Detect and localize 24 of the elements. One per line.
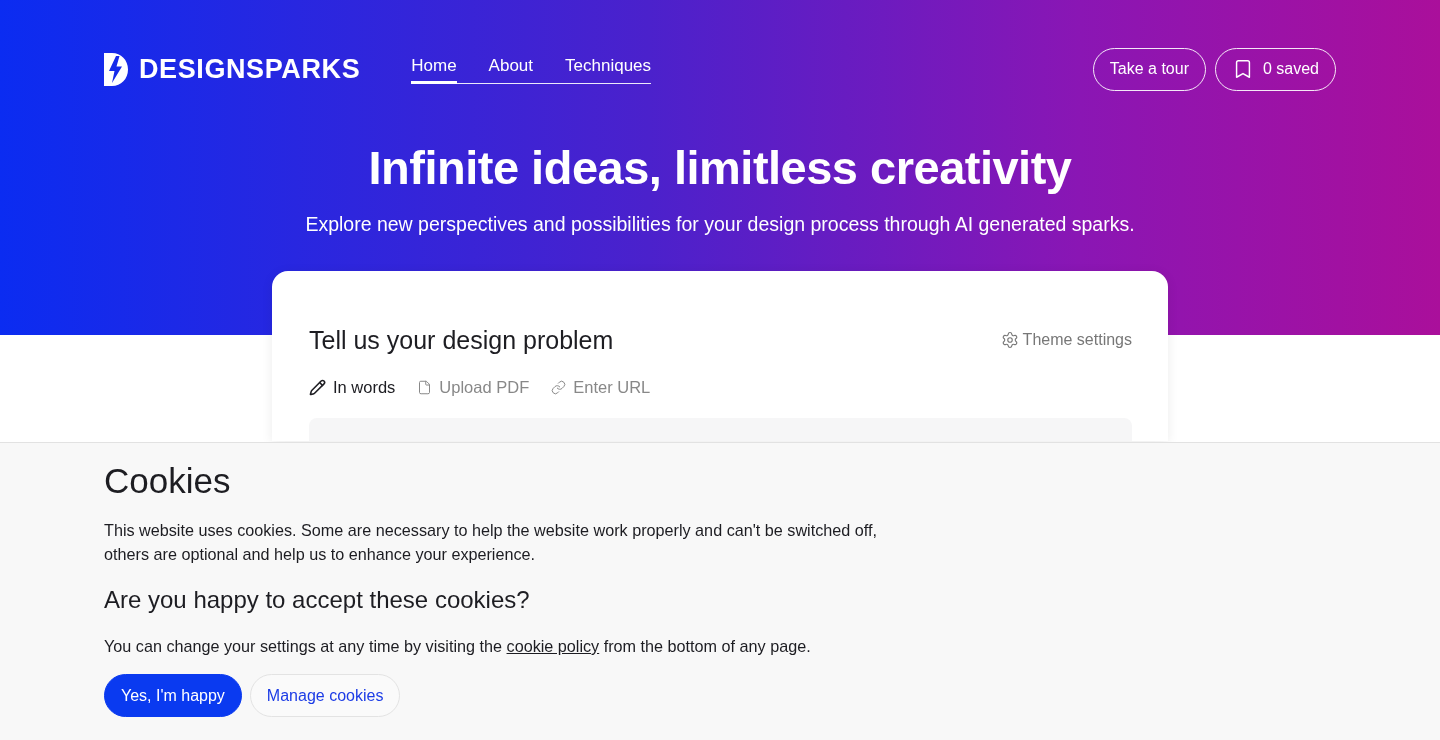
hero-subtitle: Explore new perspectives and possibilities for your design process through AI generated sparks. <box>304 212 1136 237</box>
nav-link[interactable]: About <box>488 56 534 84</box>
logo-wordmark[interactable]: DESIGNSPARKS <box>139 53 361 85</box>
hero-title: Infinite ideas, limitless creativity <box>367 140 1073 196</box>
nav-link[interactable]: Techniques <box>565 56 652 84</box>
cookie-description: This website uses cookies. Some are necessary to help the website work properly and can't be switched off, others are optional and help us to enhance your experience. <box>104 520 878 565</box>
input-tab[interactable]: In words <box>309 375 396 399</box>
cookie-policy-link[interactable]: cookie policy <box>506 637 600 655</box>
cookie-settings-text: You can change your settings at any time by visiting the cookie policy from the bottom of any page. <box>104 636 812 657</box>
accept-cookies-button[interactable]: Yes, I'm happy <box>104 674 242 717</box>
theme-settings-link[interactable]: Theme settings <box>1000 331 1132 349</box>
input-tab[interactable]: Enter URL <box>551 375 651 399</box>
problem-input-field[interactable] <box>309 418 1132 441</box>
link-icon <box>551 379 567 395</box>
file-icon <box>417 379 433 395</box>
manage-cookies-button[interactable]: Manage cookies <box>249 674 401 717</box>
nav-link[interactable]: Home <box>411 56 457 84</box>
cookie-question: Are you happy to accept these cookies? <box>104 585 531 615</box>
lightning-logo-icon <box>104 52 128 86</box>
card-title: Tell us your design problem <box>309 325 614 356</box>
cookie-title: Cookies <box>104 460 232 502</box>
pencil-icon <box>309 378 326 396</box>
settings-icon <box>1000 331 1019 349</box>
input-tab[interactable]: Upload PDF <box>417 375 530 399</box>
